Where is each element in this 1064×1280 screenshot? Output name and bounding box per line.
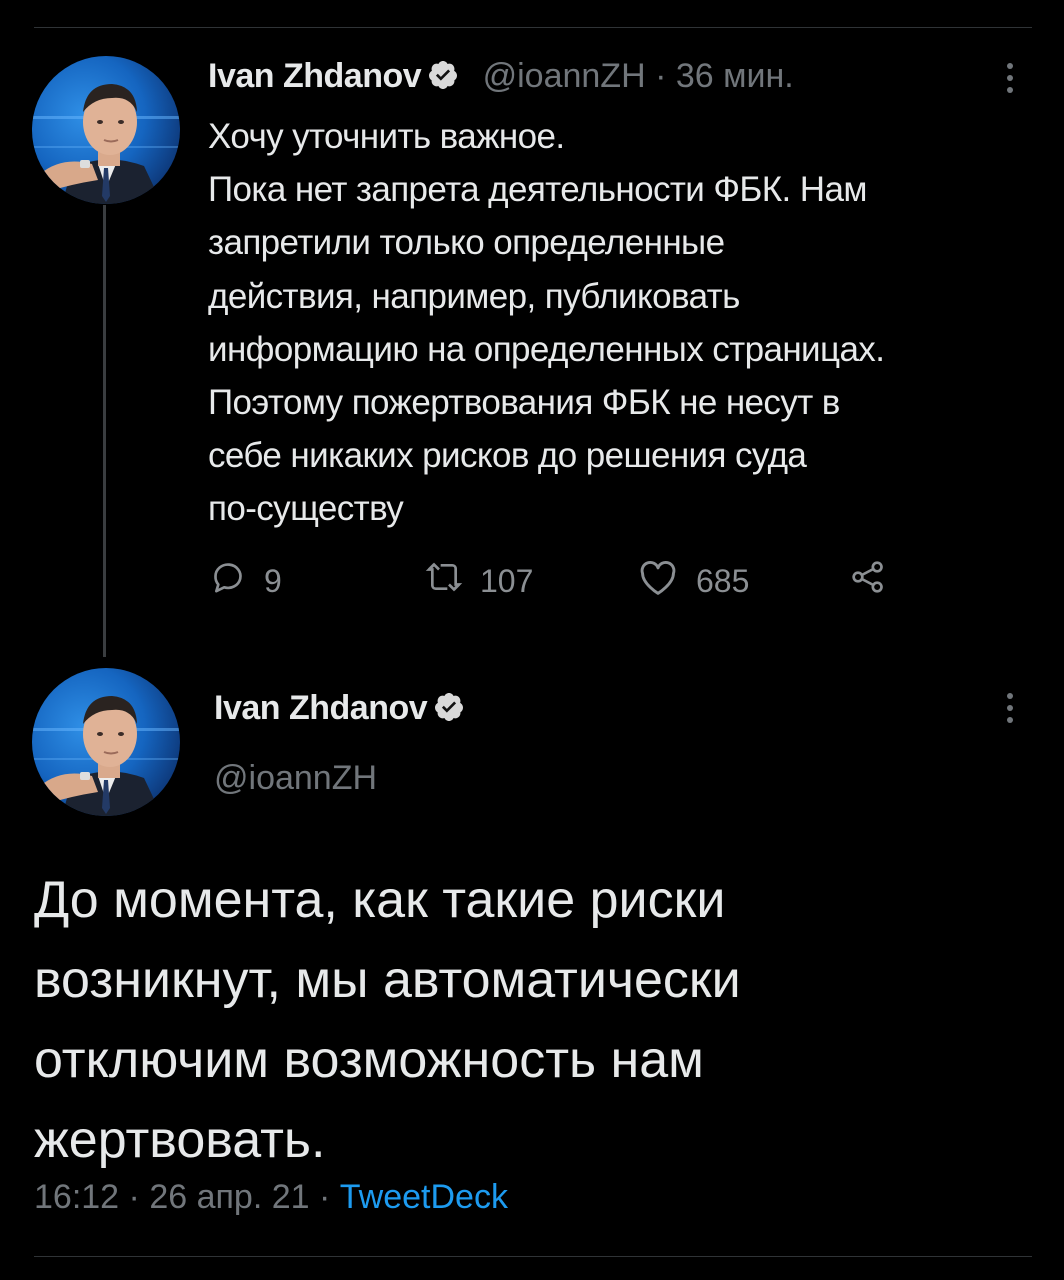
like-count: 685: [696, 562, 750, 599]
tweet-text-line: Пока нет запрета деятельности ФБК. Нам: [208, 170, 867, 210]
meta-separator: ·: [128, 1178, 140, 1216]
tweet-meta: 16:12 · 26 апр. 21 · TweetDeck: [34, 1175, 508, 1219]
like-icon: [636, 557, 680, 605]
tweet-text-line: Поэтому пожертвования ФБК не несут в: [208, 383, 840, 423]
tweet-source-link[interactable]: TweetDeck: [340, 1178, 508, 1216]
share-button[interactable]: [848, 556, 888, 606]
author-name[interactable]: Ivan Zhdanov: [214, 689, 428, 727]
tweet-header: Ivan Zhdanov: [214, 686, 465, 730]
top-divider: [34, 27, 1032, 28]
tweet-text: До момента, как такие риски возникнут, м…: [34, 860, 1034, 1180]
tweet-text-line: Хочу уточнить важное.: [208, 117, 565, 156]
verified-icon: [427, 58, 459, 90]
reply-icon: [208, 557, 248, 605]
tweet-text-line: отключим возможность нам: [34, 1031, 704, 1089]
tweet-header: Ivan Zhdanov @ioannZH · 36 мин.: [208, 54, 794, 98]
tweet-time-ago[interactable]: 36 мин.: [676, 57, 794, 95]
author-avatar[interactable]: [32, 56, 180, 204]
tweet-text-line: действия, например, публиковать: [208, 276, 740, 316]
more-icon[interactable]: [1000, 690, 1020, 730]
tweet-text-line: возникнут, мы автоматически: [34, 951, 741, 1009]
author-handle[interactable]: @ioannZH: [214, 756, 377, 800]
reply-count: 9: [264, 562, 282, 599]
author-avatar[interactable]: [32, 668, 180, 816]
header-separator: ·: [655, 57, 667, 95]
author-name[interactable]: Ivan Zhdanov: [208, 57, 422, 95]
reply-button[interactable]: 9: [208, 556, 282, 606]
thread-connector: [103, 205, 106, 657]
tweet-text-line: запретили только определенные: [208, 223, 725, 263]
tweet-text-line: себе никаких рисков до решения суда: [208, 436, 807, 476]
tweet-text-line: по-существу: [208, 489, 404, 529]
retweet-button[interactable]: 107: [424, 556, 533, 606]
like-button[interactable]: 685: [636, 556, 749, 606]
retweet-icon: [424, 557, 464, 605]
meta-separator: ·: [319, 1178, 331, 1216]
tweet-text: Хочу уточнить важное. Пока нет запрета д…: [208, 110, 1038, 536]
share-icon: [848, 557, 888, 605]
tweet-date[interactable]: 26 апр. 21: [149, 1178, 309, 1216]
verified-icon: [433, 690, 465, 722]
more-icon[interactable]: [1000, 60, 1020, 100]
author-handle[interactable]: @ioannZH: [483, 57, 646, 95]
bottom-divider: [34, 1256, 1032, 1257]
tweet-text-line: информацию на определенных страницах.: [208, 329, 885, 369]
tweet-time[interactable]: 16:12: [34, 1178, 119, 1216]
tweet-text-line: До момента, как такие риски: [34, 871, 726, 929]
retweet-count: 107: [480, 562, 534, 599]
tweet-text-line: жертвовать.: [34, 1111, 326, 1169]
